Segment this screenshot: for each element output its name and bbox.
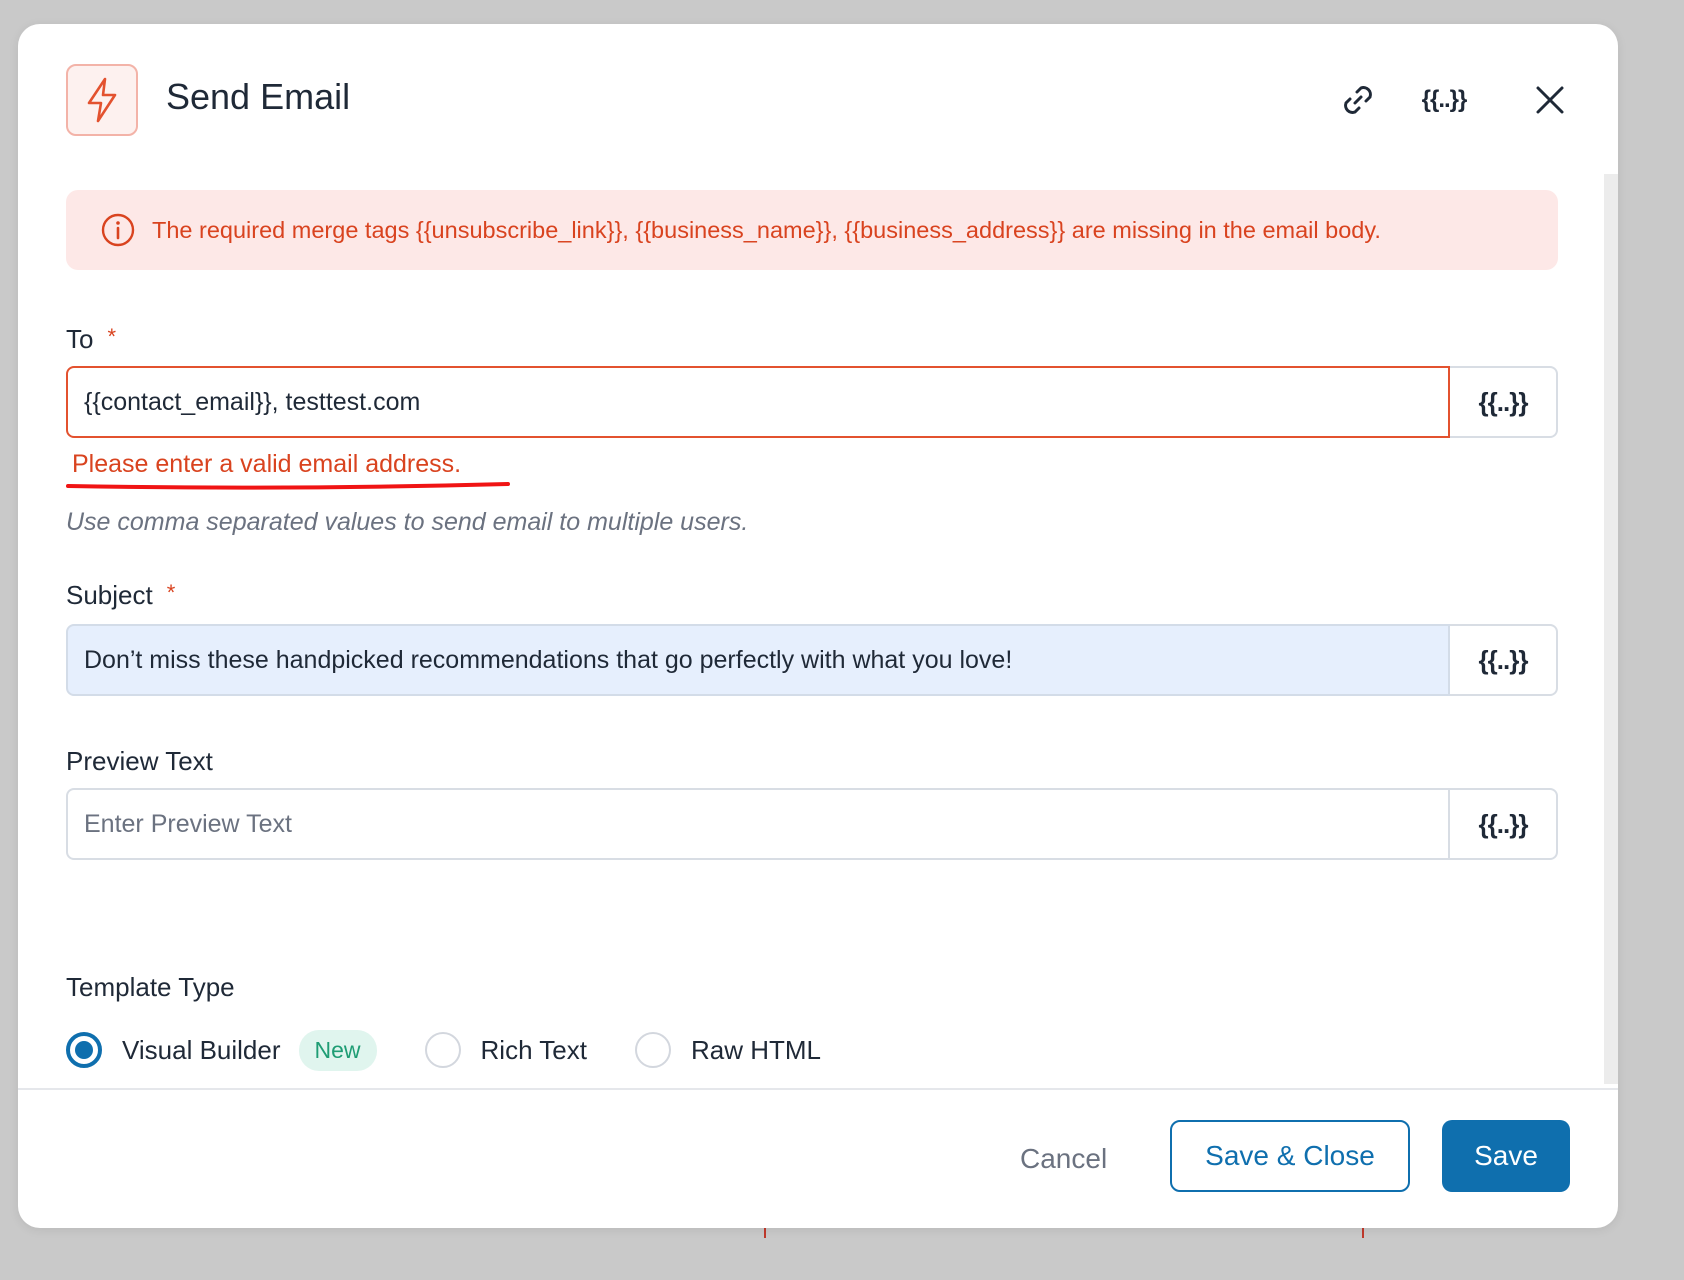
raw-html-label: Raw HTML — [690, 1034, 821, 1065]
preview-text-field-row: Enter Preview Text {{..}} — [66, 788, 1558, 860]
subject-input[interactable]: Don’t miss these handpicked recommendati… — [66, 624, 1450, 696]
to-error-message: Please enter a valid email address. — [72, 450, 462, 478]
send-email-dialog: Send Email {{..}} The required merge tag… — [18, 24, 1618, 1228]
link-icon — [1344, 86, 1372, 114]
merge-tags-button[interactable]: {{..}} — [1420, 76, 1468, 124]
error-underline-annotation — [66, 482, 510, 490]
subject-field-row: Don’t miss these handpicked recommendati… — [66, 624, 1558, 696]
template-type-label: Template Type — [66, 972, 235, 1002]
to-label-text: To — [66, 324, 94, 354]
preview-text-input[interactable]: Enter Preview Text — [66, 788, 1450, 860]
subject-label-text: Subject — [66, 580, 153, 610]
info-circle-icon — [101, 213, 135, 247]
missing-merge-tags-alert: The required merge tags {{unsubscribe_li… — [66, 190, 1558, 270]
radio-visual-builder[interactable] — [66, 1032, 102, 1068]
preview-text-merge-tags-button[interactable]: {{..}} — [1450, 788, 1558, 860]
template-option-raw-html[interactable]: Raw HTML — [634, 1032, 821, 1068]
radio-selected-dot — [75, 1041, 93, 1059]
template-option-rich-text[interactable]: Rich Text — [424, 1032, 587, 1068]
dialog-header: Send Email {{..}} — [18, 24, 1618, 174]
save-and-close-button[interactable]: Save & Close — [1170, 1120, 1410, 1192]
radio-rich-text[interactable] — [424, 1032, 461, 1068]
required-marker: * — [166, 580, 176, 605]
rich-text-label: Rich Text — [480, 1034, 587, 1065]
close-button[interactable] — [1526, 76, 1574, 124]
lightning-bolt-icon — [87, 77, 117, 123]
to-field-row: {{contact_email}}, testtest.com {{..}} — [66, 366, 1558, 438]
template-option-visual-builder[interactable]: Visual Builder New — [66, 1029, 377, 1071]
to-merge-tags-button[interactable]: {{..}} — [1450, 366, 1558, 438]
dialog-title: Send Email — [166, 76, 351, 117]
action-icon-box — [66, 64, 138, 136]
to-input[interactable]: {{contact_email}}, testtest.com — [66, 366, 1450, 438]
radio-raw-html[interactable] — [634, 1032, 671, 1068]
to-help-text: Use comma separated values to send email… — [66, 508, 749, 536]
close-icon — [1536, 86, 1564, 114]
alert-message: The required merge tags {{unsubscribe_li… — [152, 216, 1381, 243]
preview-text-label: Preview Text — [66, 746, 213, 776]
cancel-button[interactable]: Cancel — [1020, 1134, 1107, 1184]
visual-builder-label: Visual Builder — [122, 1034, 281, 1065]
save-button[interactable]: Save — [1442, 1120, 1570, 1192]
link-button[interactable] — [1334, 76, 1382, 124]
subject-label: Subject * — [66, 580, 175, 611]
to-label: To * — [66, 324, 116, 355]
required-marker: * — [107, 324, 117, 349]
dialog-footer: Cancel Save & Close Save — [18, 1088, 1618, 1228]
subject-merge-tags-button[interactable]: {{..}} — [1450, 624, 1558, 696]
dialog-scrollbar[interactable] — [1604, 174, 1618, 1084]
new-badge: New — [298, 1029, 377, 1071]
template-type-radio-group: Visual Builder New Rich Text Raw HTML — [66, 1028, 821, 1072]
